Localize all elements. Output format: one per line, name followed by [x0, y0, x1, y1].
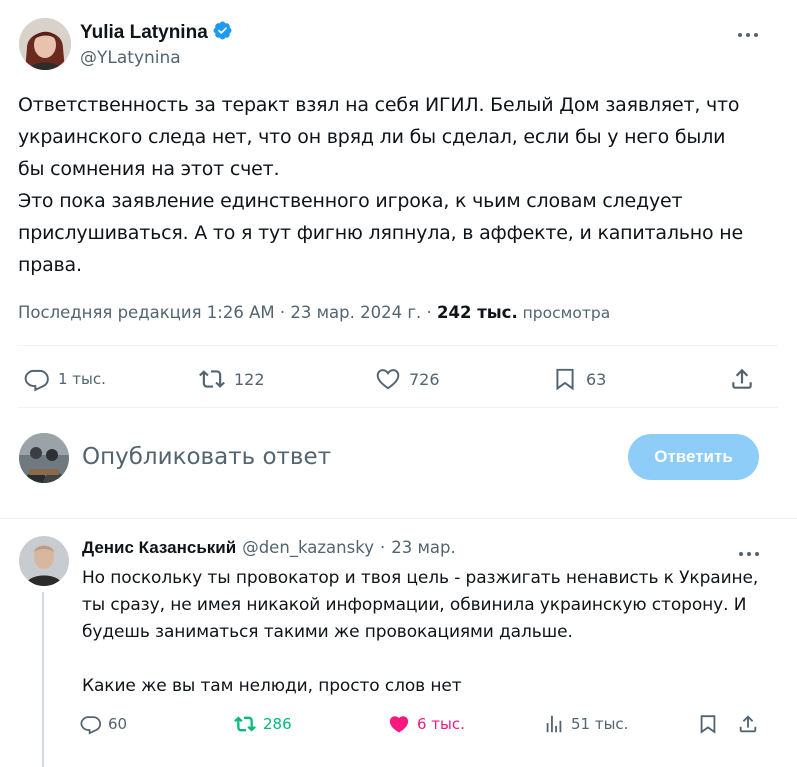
reply-like-button[interactable]: 6 тыс.	[387, 713, 465, 735]
reply-text-line	[82, 646, 787, 673]
divider	[0, 518, 797, 519]
reply-input[interactable]: Опубликовать ответ	[82, 442, 331, 472]
like-icon	[389, 716, 409, 733]
reply-button[interactable]: 1 тыс.	[24, 366, 106, 392]
author-handle[interactable]: @YLatynina	[80, 48, 181, 68]
reply-text-line: Какие же вы там нелюди, просто слов нет	[82, 676, 462, 696]
like-count: 726	[409, 369, 440, 389]
like-icon	[376, 369, 400, 390]
reply-reply-count: 60	[108, 715, 128, 733]
bookmark-button[interactable]: 63	[552, 366, 606, 392]
tweet-text-line: бы сомнения на этот счет.	[18, 158, 280, 180]
reply-text-line: Но поскольку ты провокатор и твоя цель -…	[82, 568, 759, 588]
reply-icon	[24, 369, 49, 392]
tweet-text-line: Это пока заявление единственного игрока,…	[18, 190, 683, 212]
author-avatar-image	[19, 18, 71, 70]
author-avatar[interactable]	[19, 18, 71, 70]
edited-timestamp[interactable]: Последняя редакция 1:26 AM · 23 мар. 202…	[18, 303, 437, 322]
views-icon	[546, 715, 562, 733]
like-button[interactable]: 726	[375, 366, 440, 392]
views-label: просмотра	[517, 304, 611, 322]
reply-like-count: 6 тыс.	[417, 715, 465, 733]
retweet-icon	[234, 716, 256, 732]
reply-text-line: будешь заниматься такими же провокациями…	[82, 622, 573, 642]
reply-text: Но поскольку ты провокатор и твоя цель -…	[82, 565, 787, 700]
retweet-button[interactable]: 122	[198, 366, 265, 392]
reply-author-name[interactable]: Денис Казанський	[82, 538, 236, 558]
reply-date[interactable]: 23 мар.	[391, 538, 456, 557]
reply-views-button[interactable]: 51 тыс.	[543, 713, 628, 735]
reply-header: Денис Казанський @den_kazansky · 23 мар.	[82, 538, 456, 558]
tweet-text-line: права.	[18, 254, 82, 276]
author-name-row: Yulia Latynina	[80, 20, 233, 45]
views-count: 242 тыс.	[437, 303, 518, 322]
retweet-icon	[199, 370, 225, 388]
reply-retweet-count: 286	[263, 715, 292, 733]
tweet-text-line: Ответственность за теракт взял на себя И…	[18, 94, 740, 116]
divider	[18, 345, 778, 346]
reply-icon	[80, 716, 102, 735]
more-icon[interactable]	[738, 544, 760, 563]
bookmark-count: 63	[586, 369, 607, 389]
reply-views-count: 51 тыс.	[571, 715, 629, 733]
verified-badge-icon	[212, 20, 233, 45]
tweet-text: Ответственность за теракт взял на себя И…	[18, 89, 788, 281]
retweet-count: 122	[234, 369, 265, 389]
current-user-avatar[interactable]	[19, 433, 69, 483]
thread-line	[42, 592, 44, 767]
tweet-text-line: прислушиваться. А то я тут фигню ляпнула…	[18, 222, 743, 244]
tweet-meta: Последняя редакция 1:26 AM · 23 мар. 202…	[18, 303, 610, 322]
reply-retweet-button[interactable]: 286	[233, 713, 292, 735]
reply-reply-button[interactable]: 60	[80, 713, 127, 735]
more-icon[interactable]	[736, 26, 760, 45]
author-name[interactable]: Yulia Latynina	[80, 22, 208, 44]
bookmark-icon	[556, 368, 574, 391]
reply-author-avatar[interactable]	[19, 536, 69, 586]
reply-text-line: ты сразу, не имея никакой информации, об…	[82, 595, 747, 615]
reply-author-avatar-image	[19, 536, 69, 586]
reply-count: 1 тыс.	[58, 370, 106, 388]
divider	[18, 407, 778, 408]
reply-submit-button[interactable]: Ответить	[628, 434, 759, 480]
reply-author-handle[interactable]: @den_kazansky	[242, 538, 374, 557]
reply-separator: ·	[379, 538, 386, 557]
current-user-avatar-image	[19, 433, 69, 483]
share-icon[interactable]	[729, 366, 755, 396]
tweet-text-line: украинского следа нет, что он вряд ли бы…	[18, 126, 726, 148]
bookmark-icon[interactable]	[697, 713, 719, 739]
share-icon[interactable]	[737, 713, 759, 739]
